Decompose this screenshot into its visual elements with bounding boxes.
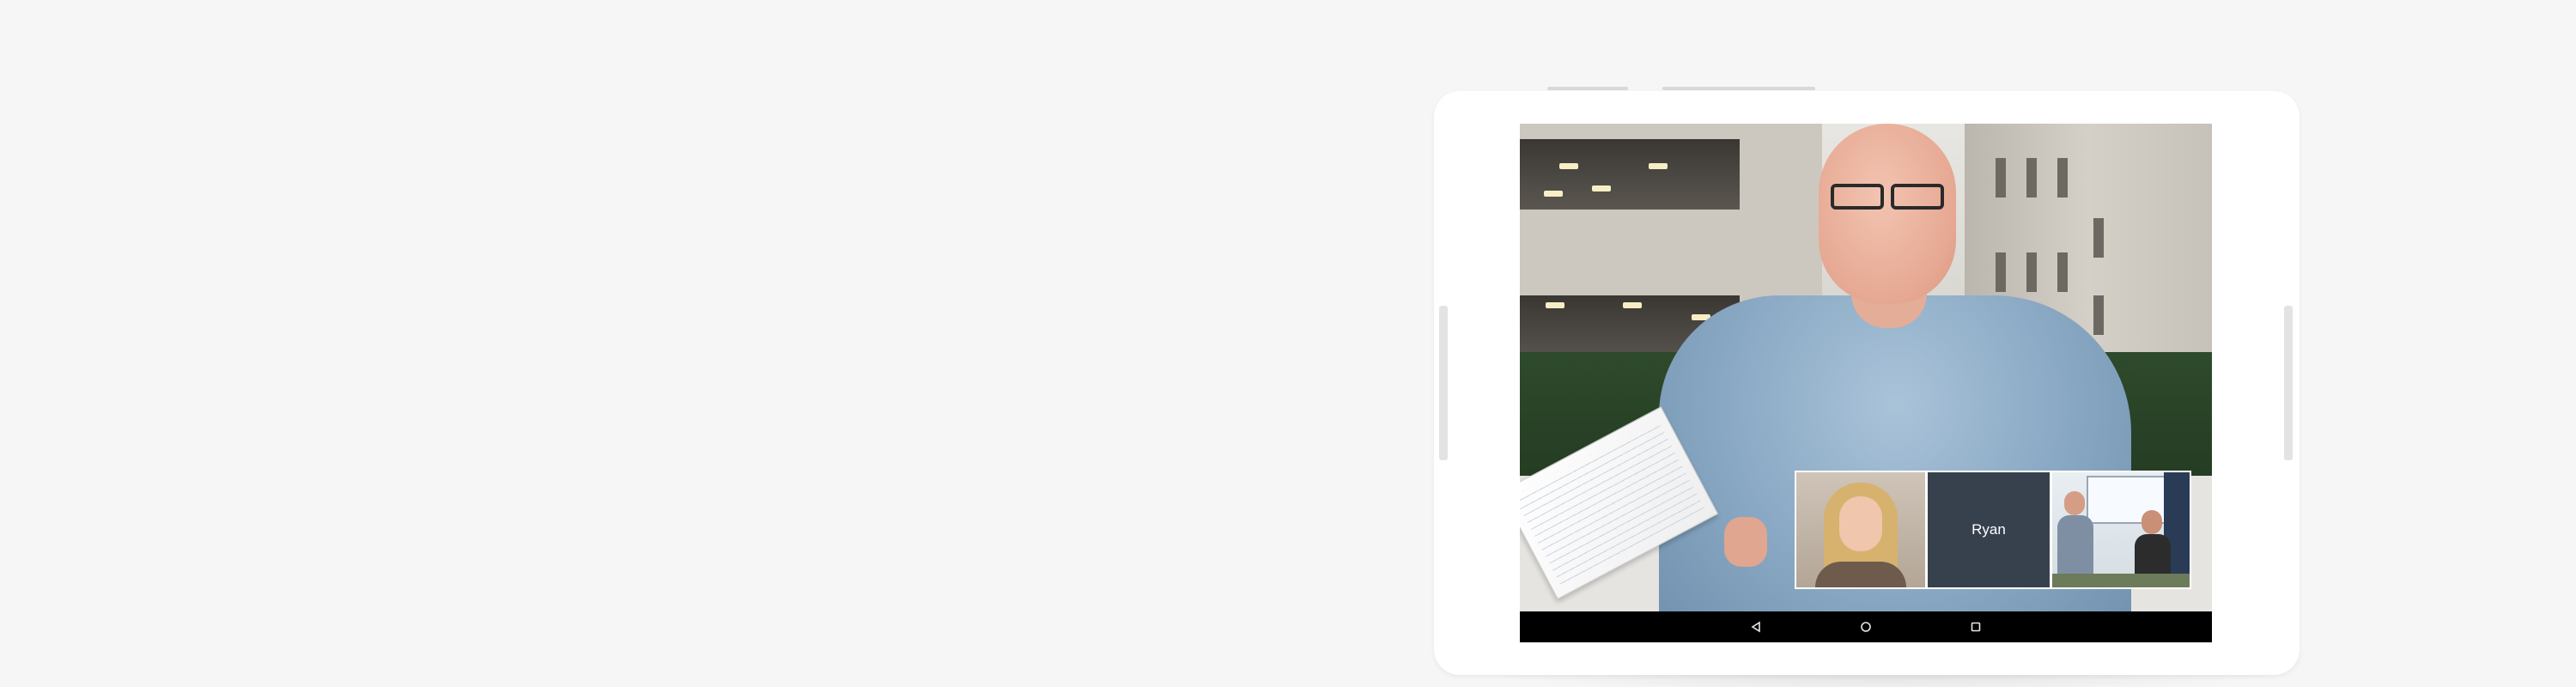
back-icon[interactable] bbox=[1747, 618, 1765, 635]
recents-icon[interactable] bbox=[1967, 618, 1984, 635]
video-call-screen: Ryan bbox=[1520, 124, 2212, 642]
page-canvas: Ryan bbox=[0, 0, 2576, 687]
android-nav-bar bbox=[1520, 611, 2212, 642]
device-side-sensor-right bbox=[2284, 306, 2293, 460]
presenter-glasses bbox=[1824, 184, 1951, 213]
power-button bbox=[1662, 87, 1815, 90]
volume-button bbox=[1547, 87, 1628, 90]
participant-name: Ryan bbox=[1971, 521, 2006, 538]
presenter-hand bbox=[1724, 517, 1767, 567]
participant-tile[interactable] bbox=[1796, 472, 1925, 587]
participant-tile[interactable] bbox=[2052, 472, 2190, 587]
presenter-head bbox=[1819, 124, 1956, 304]
home-icon[interactable] bbox=[1857, 618, 1874, 635]
participant-tile[interactable]: Ryan bbox=[1928, 472, 2050, 587]
participant-strip: Ryan bbox=[1795, 471, 2191, 589]
device-side-sensor-left bbox=[1439, 306, 1448, 460]
